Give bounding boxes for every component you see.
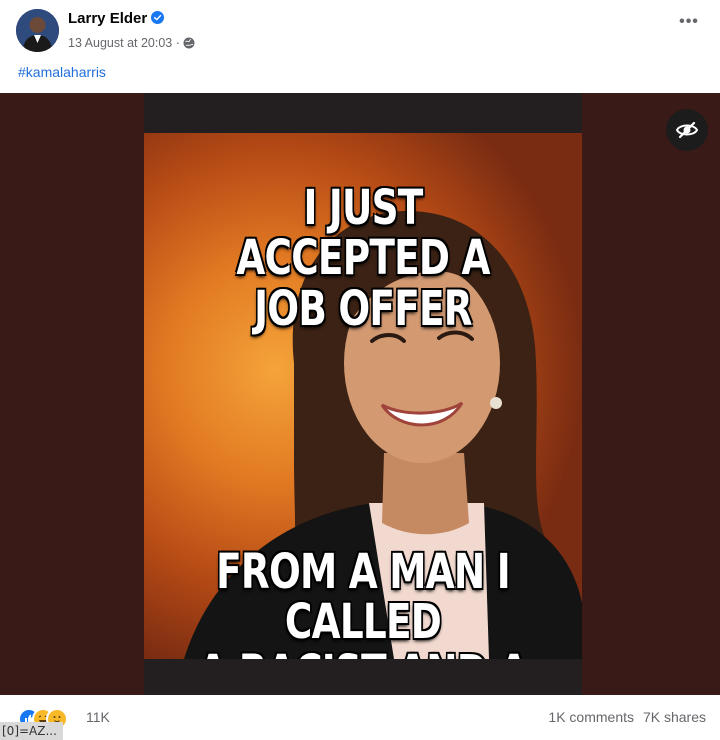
meme-top-caption: I JUST ACCEPTED A JOB OFFER <box>192 183 534 334</box>
meme-bottom-line-2: A RACIST AND A RAPIST <box>192 648 534 659</box>
meme-top-line-2: JOB OFFER <box>254 280 472 337</box>
more-options-icon: ••• <box>679 13 699 30</box>
globe-icon[interactable] <box>183 37 195 49</box>
post-header: Larry Elder 13 August at 20:03 · ••• #ka… <box>0 0 720 88</box>
more-options-button[interactable]: ••• <box>676 13 702 36</box>
meta-separator: · <box>175 36 180 50</box>
post-media[interactable]: I JUST ACCEPTED A JOB OFFER FROM A MAN I… <box>0 93 720 695</box>
hide-media-button[interactable] <box>666 109 708 151</box>
shares-count-link[interactable]: 7K shares <box>643 709 706 725</box>
reaction-count[interactable]: 11K <box>86 709 110 725</box>
meme-photo-area: I JUST ACCEPTED A JOB OFFER FROM A MAN I… <box>144 133 582 659</box>
post-timestamp[interactable]: 13 August at 20:03 <box>68 36 172 50</box>
post-footer: 11K 1K comments 7K shares <box>0 700 720 740</box>
comments-count-link[interactable]: 1K comments <box>548 709 634 725</box>
avatar-photo <box>16 9 59 52</box>
author-name[interactable]: Larry Elder <box>68 10 165 27</box>
hashtag-link[interactable]: #kamalaharris <box>18 64 106 80</box>
post-meta: 13 August at 20:03 · <box>68 36 195 50</box>
eye-slash-icon <box>675 121 699 139</box>
meme-bottom-line-1: FROM A MAN I CALLED <box>216 544 510 651</box>
verified-badge-icon <box>151 11 165 24</box>
meme-image: I JUST ACCEPTED A JOB OFFER FROM A MAN I… <box>144 93 582 695</box>
author-name-text[interactable]: Larry Elder <box>68 10 147 27</box>
debug-status-tag: [0]=AZ... <box>0 722 63 740</box>
meme-bottom-caption: FROM A MAN I CALLED A RACIST AND A RAPIS… <box>192 547 534 659</box>
author-avatar[interactable] <box>16 9 59 52</box>
meme-top-line-1: I JUST ACCEPTED A <box>236 180 490 287</box>
